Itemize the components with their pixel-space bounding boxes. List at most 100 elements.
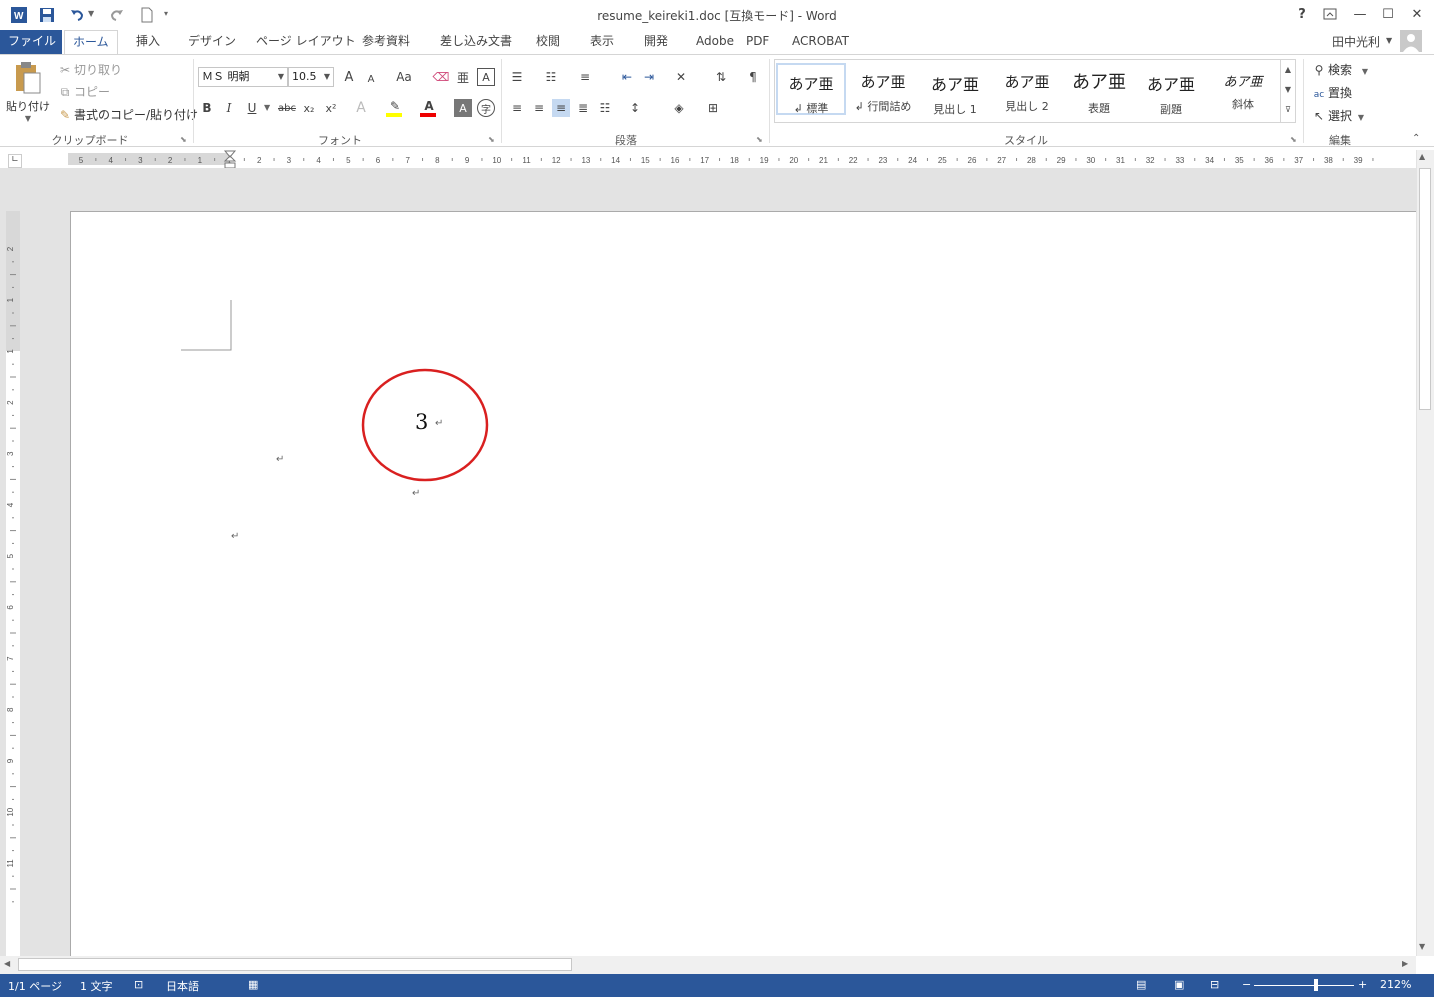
grow-font-icon[interactable]: A: [340, 68, 358, 86]
proofing-icon[interactable]: ⊡: [134, 978, 143, 991]
format-painter-button[interactable]: ✎ 書式のコピー/貼り付け: [56, 106, 198, 124]
paragraph-launcher-icon[interactable]: ⬊: [756, 135, 763, 144]
character-shading-icon[interactable]: A: [454, 99, 472, 117]
scrollbar-thumb[interactable]: [1419, 168, 1431, 410]
avatar[interactable]: [1400, 30, 1422, 52]
find-button[interactable]: ⚲ 検索 ▼: [1310, 61, 1368, 79]
styles-scroll[interactable]: ▲ ▼ ⊽: [1280, 60, 1295, 122]
line-spacing-icon[interactable]: ↕: [626, 99, 644, 117]
enclose-characters-icon[interactable]: 字: [477, 99, 495, 117]
ribbon-display-options-button[interactable]: [1316, 2, 1344, 26]
styles-launcher-icon[interactable]: ⬊: [1290, 135, 1297, 144]
zoom-slider-track[interactable]: [1254, 985, 1354, 986]
tab-file[interactable]: ファイル: [0, 30, 62, 54]
style-title[interactable]: あア亜 表題: [1064, 63, 1134, 115]
font-launcher-icon[interactable]: ⬊: [488, 135, 495, 144]
circled-number[interactable]: 3: [415, 410, 428, 434]
tab-view[interactable]: 表示: [582, 30, 622, 54]
scroll-up-icon[interactable]: ▲: [1281, 60, 1295, 80]
scroll-left-icon[interactable]: ◀: [4, 959, 10, 968]
font-size-combo[interactable]: 10.5 ▼: [288, 67, 334, 87]
scroll-up-icon[interactable]: ▲: [1419, 152, 1425, 161]
align-center-icon[interactable]: ≡: [530, 99, 548, 117]
font-name-combo[interactable]: ＭＳ 明朝 ▼: [198, 67, 288, 87]
tab-selector[interactable]: ∟: [8, 154, 22, 168]
tab-page-layout[interactable]: ページ レイアウト: [248, 30, 364, 54]
scroll-down-icon[interactable]: ▼: [1281, 80, 1295, 100]
tab-insert[interactable]: 挿入: [128, 30, 168, 54]
strikethrough-icon[interactable]: abc: [276, 99, 298, 117]
underline-icon[interactable]: U: [243, 99, 261, 117]
tab-developer[interactable]: 開発: [636, 30, 676, 54]
shrink-font-icon[interactable]: A: [362, 70, 380, 88]
tab-adobe-pdf[interactable]: Adobe PDF: [688, 30, 777, 54]
read-mode-icon[interactable]: ▤: [1136, 978, 1146, 991]
copy-button[interactable]: ⧉ コピー: [56, 83, 110, 102]
decrease-indent-icon[interactable]: ⇤: [618, 68, 636, 86]
justify-icon[interactable]: ≣: [574, 99, 592, 117]
print-layout-icon[interactable]: ▣: [1174, 978, 1184, 991]
change-case-icon[interactable]: Aa: [390, 68, 418, 86]
multilevel-list-icon[interactable]: ≡: [576, 68, 594, 86]
shading-icon[interactable]: ◈: [670, 99, 688, 117]
style-heading-1[interactable]: あア亜 見出し 1: [920, 63, 990, 116]
user-name[interactable]: 田中光利: [1332, 33, 1380, 50]
language-indicator[interactable]: 日本語: [166, 978, 199, 994]
vertical-scrollbar[interactable]: ▲ ▼: [1416, 150, 1434, 956]
zoom-out-icon[interactable]: −: [1242, 978, 1251, 991]
show-formatting-icon[interactable]: ¶: [744, 68, 762, 86]
tab-review[interactable]: 校閲: [528, 30, 568, 54]
minimize-button[interactable]: —: [1346, 2, 1374, 26]
help-button[interactable]: ?: [1288, 2, 1316, 26]
page-count[interactable]: 1/1 ページ: [8, 978, 62, 994]
scroll-right-icon[interactable]: ▶: [1402, 959, 1408, 968]
maximize-button[interactable]: ☐: [1374, 2, 1402, 26]
underline-dropdown-icon[interactable]: ▼: [264, 103, 270, 112]
select-button[interactable]: ↖ 選択 ▼: [1310, 107, 1364, 125]
italic-icon[interactable]: I: [220, 99, 238, 117]
user-dropdown-icon[interactable]: ▼: [1386, 36, 1392, 45]
asian-layout-icon[interactable]: ✕: [672, 68, 690, 86]
more-styles-icon[interactable]: ⊽: [1281, 100, 1295, 120]
zoom-level[interactable]: 212%: [1380, 978, 1411, 991]
align-left-icon[interactable]: ≡: [508, 99, 526, 117]
borders-icon[interactable]: ⊞: [704, 99, 722, 117]
zoom-slider-thumb[interactable]: [1314, 979, 1318, 991]
web-layout-icon[interactable]: ⊟: [1210, 978, 1219, 991]
cut-button[interactable]: ✂ 切り取り: [56, 61, 122, 79]
phonetic-guide-icon[interactable]: 亜: [454, 68, 472, 86]
increase-indent-icon[interactable]: ⇥: [640, 68, 658, 86]
vertical-ruler[interactable]: 2 1 1 2 3 4 5 6 7 8 9 10 11: [6, 211, 20, 956]
collapse-ribbon-icon[interactable]: ⌃: [1412, 133, 1420, 144]
clear-formatting-icon[interactable]: ⌫: [432, 68, 450, 86]
bold-icon[interactable]: B: [198, 99, 216, 117]
subscript-icon[interactable]: x₂: [300, 99, 318, 117]
superscript-icon[interactable]: x²: [322, 99, 340, 117]
close-button[interactable]: ✕: [1403, 2, 1431, 26]
replace-button[interactable]: ac 置換: [1310, 84, 1352, 104]
style-emphasis[interactable]: あア亜 斜体: [1208, 63, 1278, 115]
distributed-icon[interactable]: ☷: [596, 99, 614, 117]
zoom-in-icon[interactable]: +: [1358, 978, 1367, 991]
horizontal-scrollbar[interactable]: ◀ ▶: [0, 956, 1416, 974]
word-count[interactable]: 1 文字: [80, 978, 113, 994]
align-right-icon[interactable]: ≡: [552, 99, 570, 117]
numbering-icon[interactable]: ☷: [542, 68, 560, 86]
text-effects-icon[interactable]: A: [352, 99, 370, 117]
tab-acrobat[interactable]: ACROBAT: [784, 30, 857, 54]
scroll-down-icon[interactable]: ▼: [1419, 942, 1425, 951]
tab-home[interactable]: ホーム: [64, 30, 118, 55]
horizontal-ruler[interactable]: 5432112345678910111213141516171819202122…: [68, 150, 1414, 169]
paste-button[interactable]: 貼り付け ▼: [6, 61, 50, 131]
style-heading-2[interactable]: あア亜 見出し 2: [992, 63, 1062, 115]
character-border-icon[interactable]: A: [477, 68, 495, 86]
indent-marker[interactable]: [223, 150, 237, 169]
macro-record-icon[interactable]: ▦: [248, 978, 258, 991]
clipboard-launcher-icon[interactable]: ⬊: [180, 135, 187, 144]
document-page[interactable]: 3 ↵ ↵ ↵ ↵: [70, 211, 1416, 956]
tab-references[interactable]: 参考資料: [354, 30, 418, 54]
scrollbar-thumb[interactable]: [18, 958, 572, 971]
style-subtitle[interactable]: あア亜 副題: [1136, 63, 1206, 116]
bullets-icon[interactable]: ☰: [508, 68, 526, 86]
style-normal[interactable]: あア亜 ↲ 標準: [776, 63, 846, 115]
